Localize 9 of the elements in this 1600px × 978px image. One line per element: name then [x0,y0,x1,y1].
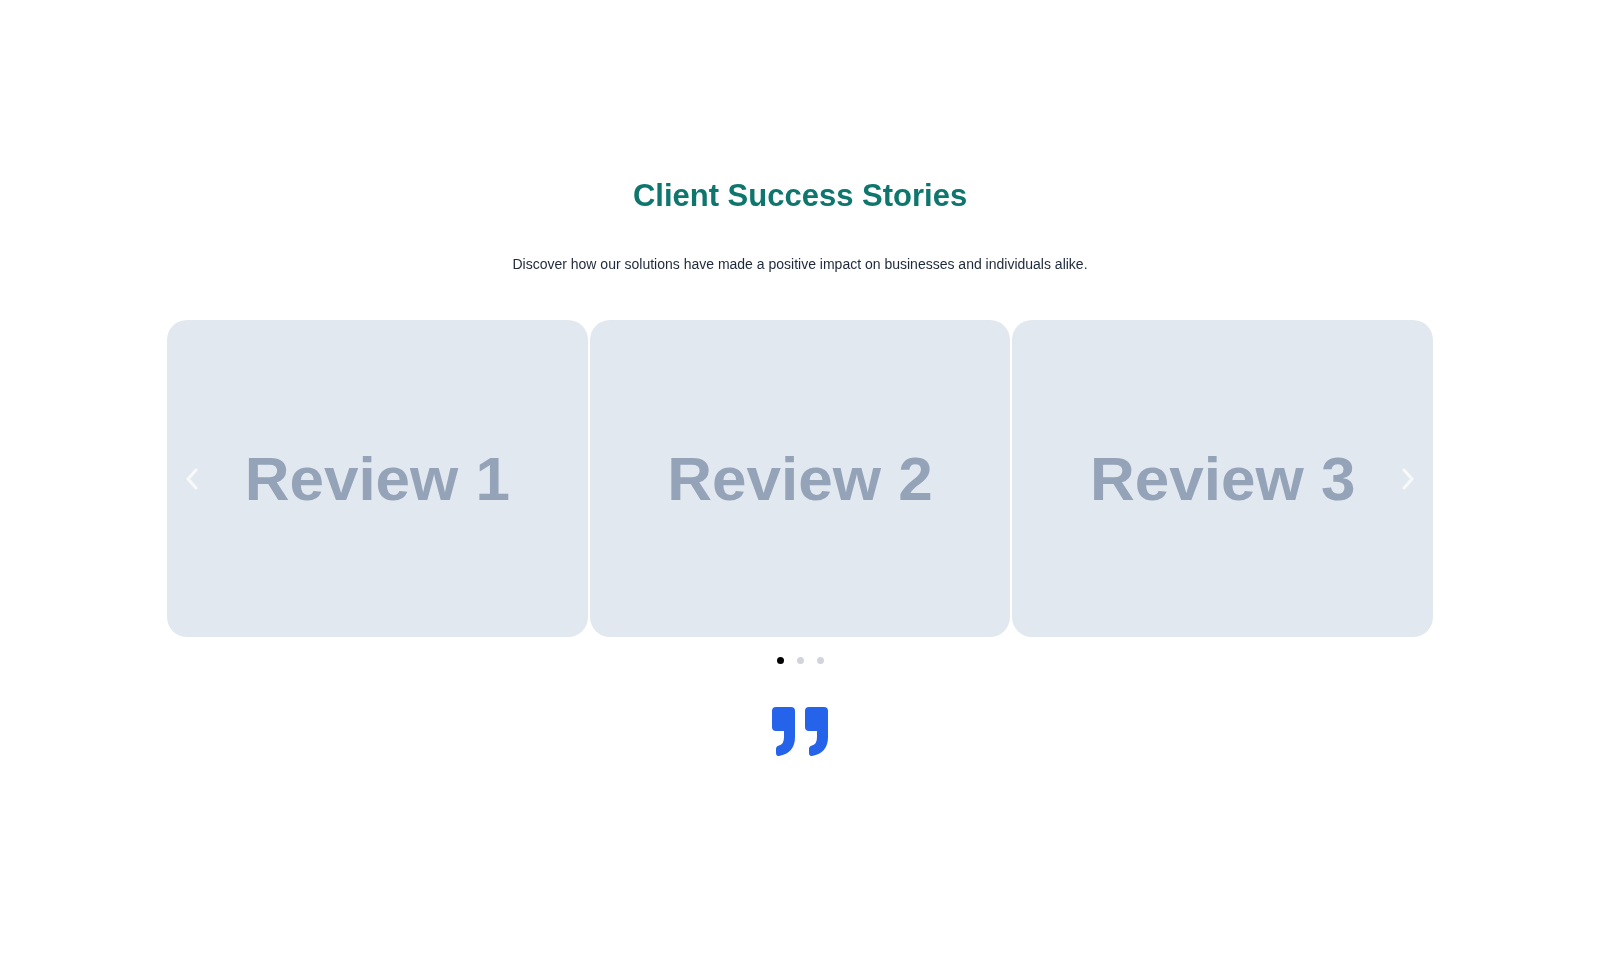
carousel-dot[interactable] [776,657,784,664]
section-subtitle: Discover how our solutions have made a positive impact on businesses and individuals alike. [512,255,1088,274]
section-title: Client Success Stories [632,177,968,214]
quotation-mark-icon [772,707,828,756]
review-placeholder-text: Review 1 [244,442,511,515]
review-placeholder-text: Review 2 [667,442,933,515]
carousel-dot[interactable] [796,657,804,664]
carousel-dot[interactable] [816,657,824,664]
review-placeholder-text: Review 3 [1090,442,1356,515]
